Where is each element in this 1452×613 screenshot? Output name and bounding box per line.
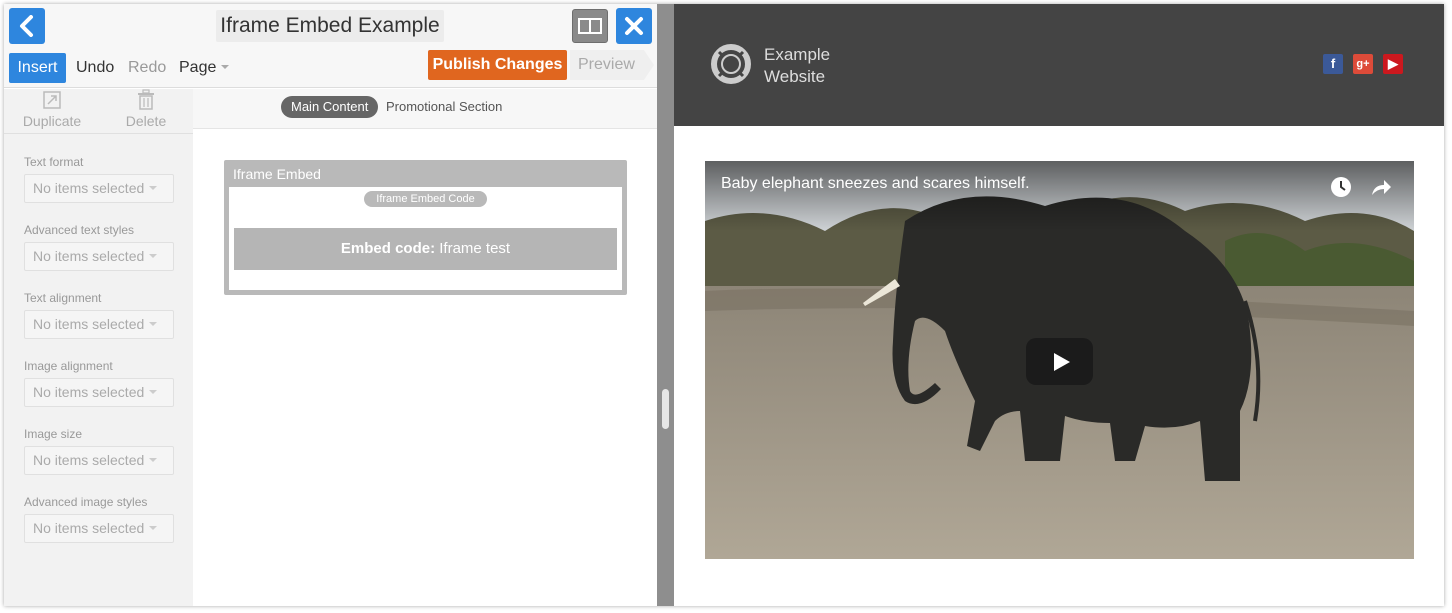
embed-code-field[interactable]: Embed code: Iframe test	[234, 228, 617, 270]
site-preview: Example Website f g+ ▶ Baby elephant sne…	[674, 4, 1444, 606]
editor-menubar: Insert Undo Redo Page Publish Changes Pr…	[4, 48, 657, 88]
redo-button[interactable]: Redo	[128, 53, 166, 83]
split-view-button[interactable]	[572, 9, 608, 43]
text-format-field: Text format No items selected	[24, 153, 174, 203]
back-button[interactable]	[9, 8, 45, 44]
block-body: Iframe Embed Code Embed code: Iframe tes…	[229, 187, 622, 290]
select-value: No items selected	[33, 248, 145, 264]
site-name-line1: Example	[764, 45, 831, 64]
text-alignment-field: Text alignment No items selected	[24, 289, 174, 339]
embed-code-value: Iframe test	[435, 240, 511, 257]
delete-label: Delete	[125, 113, 167, 129]
publish-changes-button[interactable]: Publish Changes	[428, 50, 567, 80]
select-value: No items selected	[33, 452, 145, 468]
split-view-icon	[578, 18, 602, 34]
site-header: Example Website f g+ ▶	[674, 4, 1444, 126]
field-label: Advanced image styles	[24, 495, 148, 509]
caret-down-icon	[149, 322, 158, 326]
play-button[interactable]	[1026, 338, 1093, 385]
field-label: Image alignment	[24, 359, 113, 373]
page-menu-label: Page	[179, 59, 217, 76]
youtube-icon[interactable]: ▶	[1383, 54, 1403, 74]
caret-down-icon	[149, 458, 158, 462]
advanced-text-styles-field: Advanced text styles No items selected	[24, 221, 174, 271]
insert-button[interactable]: Insert	[9, 53, 66, 83]
editor-panel: Iframe Embed Example Insert Undo Redo Pa…	[4, 4, 657, 606]
trash-icon	[138, 89, 154, 110]
advanced-text-styles-select[interactable]: No items selected	[24, 242, 174, 271]
share-icon[interactable]	[1370, 177, 1392, 197]
iframe-embed-block[interactable]: Iframe Embed Iframe Embed Code Embed cod…	[224, 160, 627, 295]
watch-later-icon[interactable]	[1330, 176, 1352, 198]
advanced-image-styles-select[interactable]: No items selected	[24, 514, 174, 543]
duplicate-label: Duplicate	[22, 113, 82, 129]
select-value: No items selected	[33, 316, 145, 332]
field-label: Advanced text styles	[24, 223, 135, 237]
text-alignment-select[interactable]: No items selected	[24, 310, 174, 339]
content-area: Main Content Promotional Section Iframe …	[193, 89, 657, 606]
panel-splitter[interactable]	[657, 4, 674, 606]
sidebar-divider	[4, 133, 193, 134]
splitter-handle[interactable]	[662, 389, 669, 429]
field-label: Text format	[24, 155, 84, 169]
caret-down-icon	[149, 186, 158, 190]
delete-button[interactable]: Delete	[106, 89, 186, 131]
advanced-image-styles-field: Advanced image styles No items selected	[24, 493, 174, 543]
tab-main-content[interactable]: Main Content	[281, 96, 379, 118]
close-button[interactable]	[616, 8, 652, 44]
format-sidebar: Duplicate Delete Text format No items se…	[4, 89, 193, 606]
site-name[interactable]: Example Website	[764, 44, 884, 88]
section-tabs: Main Content Promotional Section	[193, 89, 657, 129]
caret-down-icon	[149, 390, 158, 394]
caret-down-icon	[149, 526, 158, 530]
page-title[interactable]: Iframe Embed Example	[216, 10, 444, 42]
editor-topbar: Iframe Embed Example	[4, 4, 657, 48]
image-alignment-field: Image alignment No items selected	[24, 357, 174, 407]
select-value: No items selected	[33, 180, 145, 196]
video-title[interactable]: Baby elephant sneezes and scares himself…	[721, 175, 1030, 193]
tab-promotional-section[interactable]: Promotional Section	[386, 96, 502, 118]
field-label: Text alignment	[24, 291, 102, 305]
facebook-icon[interactable]: f	[1323, 54, 1343, 74]
caret-down-icon	[221, 65, 230, 69]
duplicate-button[interactable]: Duplicate	[12, 89, 92, 131]
image-alignment-select[interactable]: No items selected	[24, 378, 174, 407]
caret-down-icon	[149, 254, 158, 258]
page-menu[interactable]: Page	[179, 53, 230, 83]
text-format-select[interactable]: No items selected	[24, 174, 174, 203]
image-size-select[interactable]: No items selected	[24, 446, 174, 475]
select-value: No items selected	[33, 520, 145, 536]
field-label: Image size	[24, 427, 83, 441]
embed-code-label: Embed code:	[340, 240, 436, 257]
preview-button[interactable]: Preview	[570, 50, 654, 80]
duplicate-icon	[43, 91, 61, 109]
lifebuoy-logo-icon	[711, 44, 751, 84]
google-plus-icon[interactable]: g+	[1353, 54, 1373, 74]
select-value: No items selected	[33, 384, 145, 400]
chevron-left-icon	[20, 15, 33, 37]
embed-code-pill[interactable]: Iframe Embed Code	[364, 191, 487, 207]
app-window: Iframe Embed Example Insert Undo Redo Pa…	[4, 4, 1444, 606]
close-icon	[625, 17, 643, 35]
image-size-field: Image size No items selected	[24, 425, 174, 475]
site-name-line2: Website	[764, 67, 826, 86]
undo-button[interactable]: Undo	[76, 53, 114, 83]
block-title: Iframe Embed	[233, 166, 321, 182]
video-embed[interactable]: Baby elephant sneezes and scares himself…	[705, 161, 1414, 559]
